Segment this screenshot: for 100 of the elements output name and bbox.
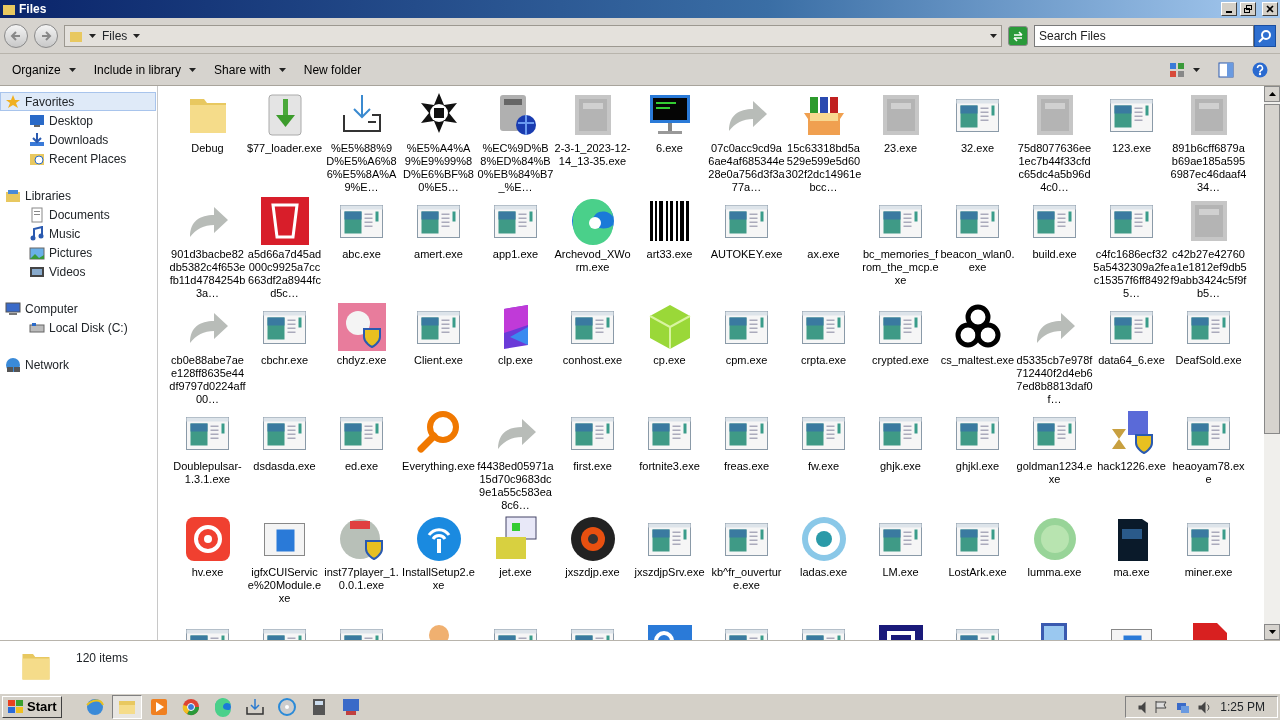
file-item[interactable]: DeafSold.exe <box>1170 301 1247 407</box>
file-item[interactable]: jet.exe <box>477 513 554 619</box>
file-item[interactable]: LM.exe <box>862 513 939 619</box>
file-item[interactable]: dsdasda.exe <box>246 407 323 513</box>
file-item[interactable]: c4fc1686ecf325a5432309a2fec15357f6ff84925… <box>1093 195 1170 301</box>
file-item[interactable]: f4438ed05971a15d70c9683dc9e1a55c583ea8c6… <box>477 407 554 513</box>
sidebar-item[interactable]: Downloads <box>0 130 156 149</box>
file-item[interactable]: lumma.exe <box>1016 513 1093 619</box>
file-item[interactable]: miner.exe <box>1170 513 1247 619</box>
toolbar-button[interactable]: Include in library <box>85 58 205 81</box>
file-item[interactable]: kb^fr_ouverture.exe <box>708 513 785 619</box>
file-item[interactable]: 901d3bacbe82db5382c4f653efb11d4784254b3a… <box>169 195 246 301</box>
file-item[interactable]: 15c63318bd5a529e599e5d60302f2dc14961ebcc… <box>785 89 862 195</box>
file-item[interactable]: Everything.exe <box>400 407 477 513</box>
sidebar-item[interactable]: Favorites <box>0 92 156 111</box>
file-item[interactable]: Archevod_XWorm.exe <box>554 195 631 301</box>
file-item[interactable]: AUTOKEY.exe <box>708 195 785 301</box>
forward-button[interactable] <box>34 23 58 48</box>
file-item[interactable]: c42b27e42760a1e1812ef9db5f9abb3424c5f9fb5… <box>1170 195 1247 301</box>
file-item[interactable]: cb0e88abe7aee128ff8635e44df9797d0224aff00… <box>169 301 246 407</box>
file-item[interactable]: fw.exe <box>785 407 862 513</box>
file-item[interactable]: a5d66a7d45ad000c9925a7cc663df2a8944fcd5c… <box>246 195 323 301</box>
file-item[interactable]: beacon_wlan0.exe <box>939 195 1016 301</box>
minimize-button[interactable] <box>1221 2 1237 16</box>
sidebar-item[interactable]: Libraries <box>0 186 156 205</box>
file-item[interactable]: 6.exe <box>631 89 708 195</box>
file-item[interactable]: cpm.exe <box>708 301 785 407</box>
scroll-up-button[interactable] <box>1264 86 1280 102</box>
file-item[interactable]: hack1226.exe <box>1093 407 1170 513</box>
toolbar-button[interactable]: Organize <box>4 58 84 81</box>
file-item[interactable]: jxszdjp.exe <box>554 513 631 619</box>
search-button[interactable] <box>1254 24 1276 47</box>
file-item[interactable]: ghjkl.exe <box>939 407 1016 513</box>
sidebar-item[interactable]: Documents <box>0 205 156 224</box>
file-item[interactable]: ma.exe <box>1093 513 1170 619</box>
start-button[interactable]: Start <box>2 696 62 718</box>
scrollbar[interactable] <box>1264 86 1280 640</box>
file-item[interactable]: heaoyam78.exe <box>1170 407 1247 513</box>
file-item[interactable]: %E5%A4%A9%E9%99%8D%E6%BF%80%E5… <box>400 89 477 195</box>
file-item[interactable]: ghjk.exe <box>862 407 939 513</box>
sidebar-item[interactable]: Recent Places <box>0 149 156 168</box>
file-item[interactable]: 32.exe <box>939 89 1016 195</box>
scroll-down-button[interactable] <box>1264 624 1280 640</box>
file-item[interactable]: crpta.exe <box>785 301 862 407</box>
file-item[interactable]: conhost.exe <box>554 301 631 407</box>
sidebar-item[interactable]: Desktop <box>0 111 156 130</box>
file-item[interactable]: InstallSetup2.exe <box>400 513 477 619</box>
file-item[interactable]: 07c0acc9cd9a6ae4af685344e28e0a756d3f3a77a… <box>708 89 785 195</box>
file-item[interactable]: clp.exe <box>477 301 554 407</box>
sidebar-item[interactable]: Local Disk (C:) <box>0 318 156 337</box>
file-item[interactable]: data64_6.exe <box>1093 301 1170 407</box>
file-item[interactable]: 23.exe <box>862 89 939 195</box>
file-item[interactable]: cp.exe <box>631 301 708 407</box>
file-item[interactable]: hv.exe <box>169 513 246 619</box>
breadcrumb[interactable]: Files <box>102 26 128 45</box>
file-item[interactable]: ax.exe <box>785 195 862 301</box>
file-item[interactable]: ladas.exe <box>785 513 862 619</box>
file-item[interactable]: fortnite3.exe <box>631 407 708 513</box>
file-item[interactable]: 2-3-1_2023-12-14_13-35.exe <box>554 89 631 195</box>
file-item[interactable]: crypted.exe <box>862 301 939 407</box>
toolbar-button[interactable]: New folder <box>295 58 370 81</box>
file-item[interactable]: chdyz.exe <box>323 301 400 407</box>
sidebar-item[interactable]: Videos <box>0 262 156 281</box>
file-item[interactable]: jxszdjpSrv.exe <box>631 513 708 619</box>
file-item[interactable]: build.exe <box>1016 195 1093 301</box>
file-item[interactable]: ed.exe <box>323 407 400 513</box>
file-item[interactable]: art33.exe <box>631 195 708 301</box>
file-item[interactable]: amert.exe <box>400 195 477 301</box>
taskbar-button[interactable] <box>111 695 142 719</box>
sidebar-item[interactable]: Network <box>0 355 156 374</box>
file-item[interactable]: Doublepulsar-1.3.1.exe <box>169 407 246 513</box>
file-item[interactable]: 123.exe <box>1093 89 1170 195</box>
sidebar-item[interactable]: Pictures <box>0 243 156 262</box>
file-item[interactable]: bc_memories_from_the_mcp.exe <box>862 195 939 301</box>
sidebar-item[interactable]: Computer <box>0 299 156 318</box>
file-item[interactable]: goldman1234.exe <box>1016 407 1093 513</box>
back-button[interactable] <box>4 23 28 48</box>
file-item[interactable]: Client.exe <box>400 301 477 407</box>
file-item[interactable]: inst77player_1.0.0.1.exe <box>323 513 400 619</box>
file-item[interactable]: Debug <box>169 89 246 195</box>
address-bar[interactable]: Files <box>64 24 1002 47</box>
file-item[interactable]: %E5%88%9D%E5%A6%86%E5%8A%A9%E… <box>323 89 400 195</box>
file-item[interactable]: abc.exe <box>323 195 400 301</box>
file-item[interactable]: LostArk.exe <box>939 513 1016 619</box>
file-item[interactable]: d5335cb7e978f712440f2d4eb67ed8b8813daf0f… <box>1016 301 1093 407</box>
file-item[interactable]: cbchr.exe <box>246 301 323 407</box>
search-field[interactable]: Search Files <box>1034 24 1254 47</box>
file-item[interactable]: freas.exe <box>708 407 785 513</box>
close-button[interactable] <box>1262 2 1278 16</box>
refresh-button[interactable] <box>1008 25 1028 46</box>
restore-button[interactable] <box>1240 2 1256 16</box>
file-item[interactable]: 75d8077636ee1ec7b44f33cfdc65dc4a5b96d4c0… <box>1016 89 1093 195</box>
scroll-thumb[interactable] <box>1264 104 1280 434</box>
file-item[interactable]: app1.exe <box>477 195 554 301</box>
sidebar-item[interactable]: Music <box>0 224 156 243</box>
file-item[interactable]: first.exe <box>554 407 631 513</box>
file-item[interactable]: igfxCUIService%20Module.exe <box>246 513 323 619</box>
file-item[interactable]: cs_maltest.exe <box>939 301 1016 407</box>
file-item[interactable]: $77_loader.exe <box>246 89 323 195</box>
toolbar-button[interactable]: Share with <box>206 58 294 81</box>
